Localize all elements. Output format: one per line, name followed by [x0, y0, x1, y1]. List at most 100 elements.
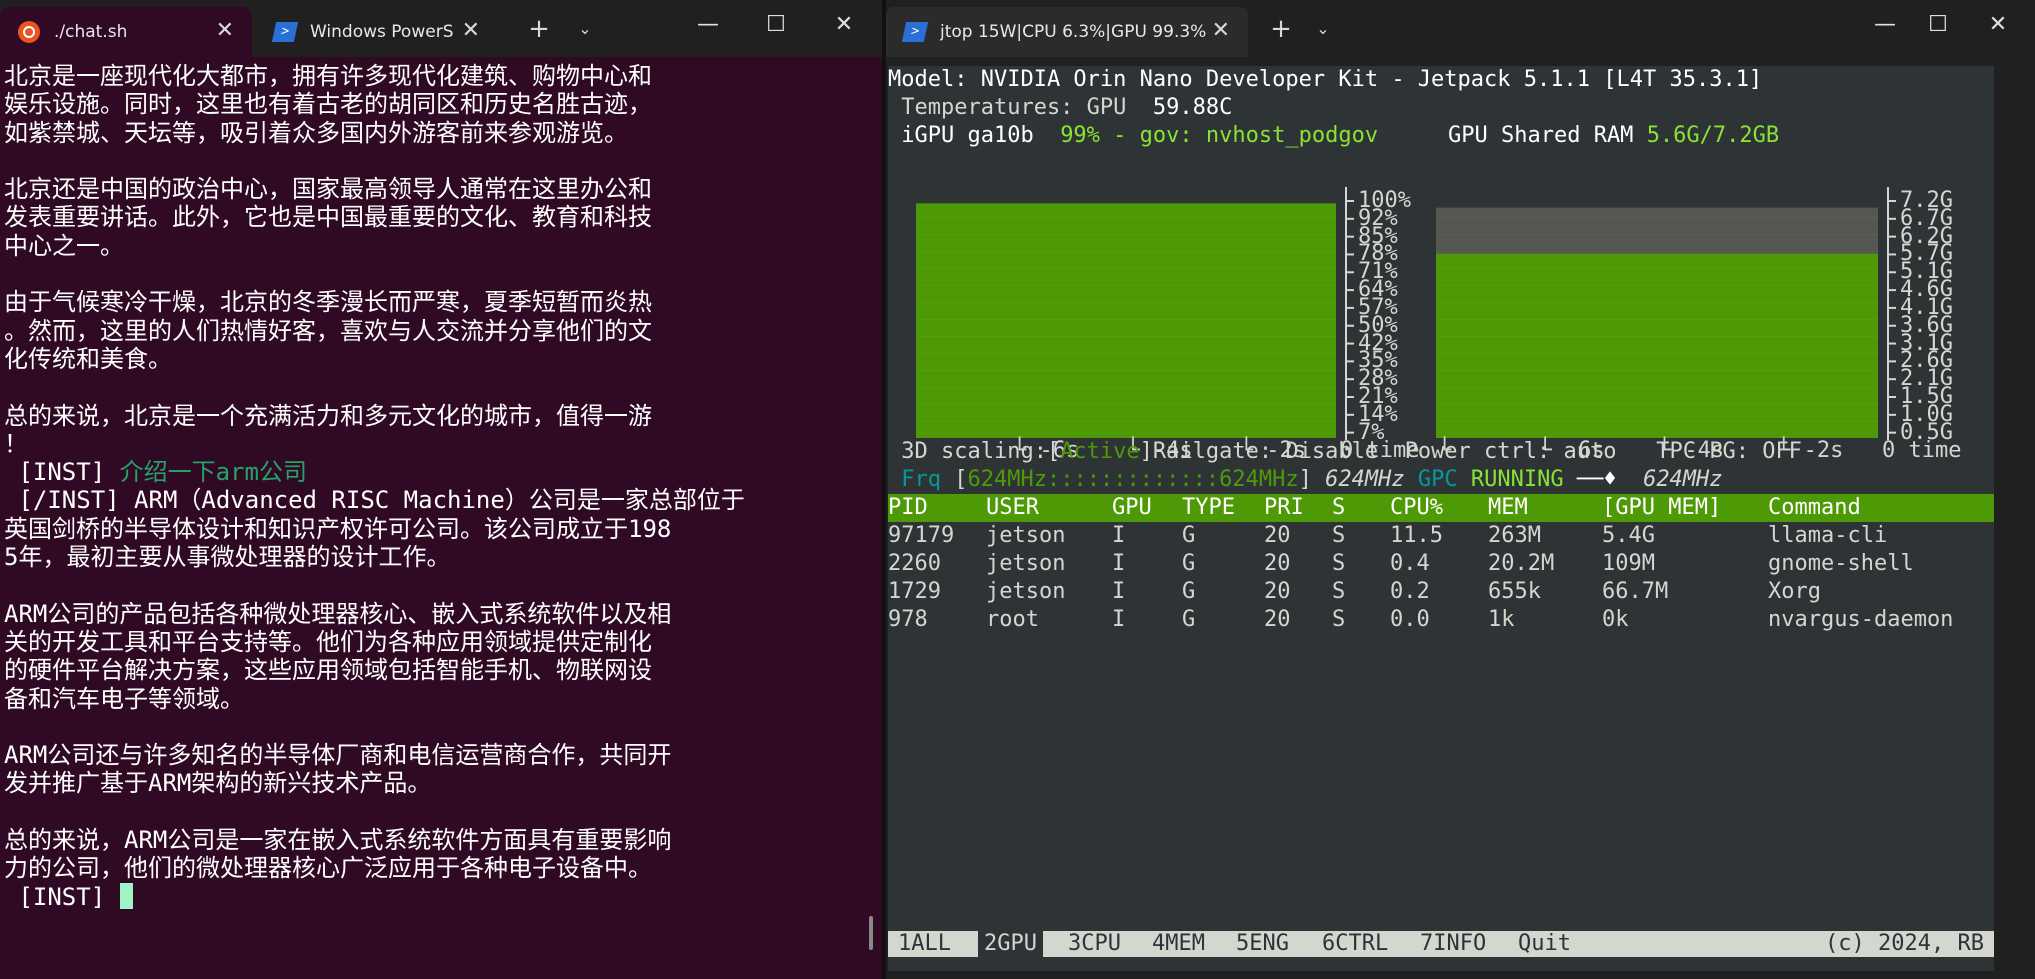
- tab-windows-powershell[interactable]: > Windows PowerS ✕: [256, 7, 498, 57]
- tab-label: jtop 15W|CPU 6.3%|GPU 99.3%: [940, 22, 1207, 42]
- terminal-line-text: 发并推广基于ARM架构的新兴技术产品。: [4, 769, 432, 798]
- table-cell: S: [1332, 607, 1346, 632]
- maximize-button[interactable]: ☐: [756, 8, 796, 42]
- close-window-button[interactable]: ✕: [1978, 8, 2018, 42]
- terminal-line: 总的来说，ARM公司是一家在嵌入式系统软件方面具有重要影响: [4, 826, 864, 854]
- terminal-line-text: 北京还是中国的政治中心，国家最高领导人通常在这里办公和: [4, 175, 652, 204]
- column-header[interactable]: CPU%: [1390, 494, 1443, 522]
- new-tab-button[interactable]: +: [1264, 12, 1298, 46]
- table-cell: jetson: [986, 579, 1066, 604]
- tab-dropdown-button[interactable]: ⌄: [568, 12, 602, 46]
- table-row[interactable]: 97179 jetson I G 20 S 11.5 263M 5.4G llama-cli: [888, 522, 1994, 550]
- terminal-line-text: ！: [4, 429, 28, 458]
- new-tab-button[interactable]: +: [522, 12, 556, 46]
- column-header[interactable]: TYPE: [1182, 494, 1235, 522]
- temperature-line: Temperatures: GPU 59.88C: [888, 94, 1994, 122]
- terminal-line: ARM公司的产品包括各种微处理器核心、嵌入式系统软件以及相: [4, 600, 864, 628]
- table-cell: gnome-shell: [1768, 551, 1914, 576]
- terminal-line-text: 力的公司，他们的微处理器核心广泛应用于各种电子设备中。: [4, 854, 652, 883]
- table-cell: G: [1182, 579, 1196, 604]
- terminal-line: 。然而，这里的人们热情好客，喜欢与人交流并分享他们的文: [4, 317, 864, 345]
- close-tab-icon[interactable]: ✕: [1212, 18, 1230, 43]
- column-header[interactable]: S: [1332, 494, 1345, 522]
- table-cell: 263M: [1488, 523, 1541, 548]
- ubuntu-icon: [18, 21, 40, 43]
- table-cell: 655k: [1488, 579, 1541, 604]
- column-header[interactable]: MEM: [1488, 494, 1528, 522]
- table-cell: 1k: [1488, 607, 1515, 632]
- footer-menu-item[interactable]: 5ENG: [1230, 931, 1295, 957]
- table-cell: 20: [1264, 607, 1291, 632]
- scaling-prefix: 3D scaling:[: [888, 439, 1061, 464]
- terminal-line: [INST]: [4, 882, 864, 911]
- column-header[interactable]: USER: [986, 494, 1039, 522]
- scaling-line: 3D scaling:[Active]Railgate: Disable Pow…: [888, 438, 1994, 466]
- table-cell: S: [1332, 523, 1346, 548]
- terminal-line: ！: [4, 430, 864, 458]
- terminal-line: [/INST] ARM（Advanced RISC Machine）公司是一家总…: [4, 486, 864, 514]
- footer-menu-item[interactable]: 7INFO: [1414, 931, 1492, 957]
- tab-jtop[interactable]: > jtop 15W|CPU 6.3%|GPU 99.3% ✕: [886, 7, 1248, 57]
- scrollbar-thumb[interactable]: [869, 916, 873, 950]
- column-header[interactable]: Command: [1768, 494, 1861, 522]
- frq-dots: :::::::::::::: [1046, 467, 1220, 492]
- table-cell: nvargus-daemon: [1768, 607, 1954, 632]
- close-tab-icon[interactable]: ✕: [462, 18, 480, 43]
- table-cell: S: [1332, 551, 1346, 576]
- column-header[interactable]: [GPU MEM]: [1602, 494, 1721, 522]
- table-cell: G: [1182, 551, 1196, 576]
- frq-current: 624MHz: [1311, 467, 1418, 492]
- tab-dropdown-button[interactable]: ⌄: [1306, 12, 1340, 46]
- tab-chat-sh[interactable]: ./chat.sh ✕: [0, 7, 252, 57]
- frq-label: Frq: [888, 467, 941, 492]
- terminal-window-right: > jtop 15W|CPU 6.3%|GPU 99.3% ✕ + ⌄ — ☐ …: [886, 0, 2035, 979]
- terminal-line-text: [/INST] ARM（Advanced RISC Machine）公司是一家总…: [4, 486, 745, 515]
- footer-menu-item[interactable]: 6CTRL: [1316, 931, 1394, 957]
- table-cell: 0.0: [1390, 607, 1430, 632]
- jtop-screen[interactable]: Model: NVIDIA Orin Nano Developer Kit - …: [888, 66, 1994, 971]
- table-cell: jetson: [986, 523, 1066, 548]
- terminal-line: ARM公司还与许多知名的半导体厂商和电信运营商合作，共同开: [4, 741, 864, 769]
- footer-menu-item[interactable]: 2GPU: [978, 931, 1043, 957]
- column-header[interactable]: GPU: [1112, 494, 1152, 522]
- igpu-value: 99% - gov: nvhost_podgov: [1060, 123, 1379, 148]
- footer-menu-item[interactable]: 4MEM: [1146, 931, 1211, 957]
- table-cell: 1729: [888, 579, 941, 604]
- terminal-line: 发并推广基于ARM架构的新兴技术产品。: [4, 769, 864, 797]
- frq-bracket-open: [: [940, 467, 968, 492]
- terminal-line: 的硬件平台解决方案，这些应用领域包括智能手机、物联网设: [4, 656, 864, 684]
- table-cell: 0.4: [1390, 551, 1430, 576]
- minimize-button[interactable]: —: [688, 8, 728, 42]
- maximize-button[interactable]: ☐: [1918, 8, 1958, 42]
- footer-menu-item[interactable]: 3CPU: [1062, 931, 1127, 957]
- frq-min: 624MHz: [967, 467, 1047, 492]
- terminal-line: 由于气候寒冷干燥，北京的冬季漫长而严寒，夏季短暂而炎热: [4, 288, 864, 316]
- table-cell: 20.2M: [1488, 551, 1555, 576]
- terminal-line-text: 关的开发工具和平台支持等。他们为各种应用领域提供定制化: [4, 627, 652, 656]
- gpc-arrow: ──♦: [1576, 467, 1617, 492]
- terminal-output[interactable]: 北京是一座现代化大都市，拥有许多现代化建筑、购物中心和 娱乐设施。同时，这里也有着…: [4, 62, 864, 911]
- terminal-line: 5年，最初主要从事微处理器的设计工作。: [4, 543, 864, 571]
- terminal-line-text: 英国剑桥的半导体设计和知识产权许可公司。该公司成立于198: [4, 514, 672, 543]
- table-cell: 2260: [888, 551, 941, 576]
- table-row[interactable]: 2260 jetson I G 20 S 0.4 20.2M 109M gnome-shell: [888, 550, 1994, 578]
- footer-menu-item[interactable]: Quit: [1512, 931, 1577, 957]
- table-cell: S: [1332, 579, 1346, 604]
- table-cell: Xorg: [1768, 579, 1821, 604]
- footer-menu-item[interactable]: 1ALL: [892, 931, 957, 957]
- powershell-icon: >: [271, 22, 299, 42]
- temperature-value: 59.88C: [1152, 95, 1233, 120]
- ram-value: 5.6G/7.2GB: [1646, 123, 1780, 148]
- table-row[interactable]: 1729 jetson I G 20 S 0.2 655k 66.7M Xorg: [888, 578, 1994, 606]
- terminal-line-text: ARM公司还与许多知名的半导体厂商和电信运营商合作，共同开: [4, 741, 672, 770]
- close-window-button[interactable]: ✕: [824, 8, 864, 42]
- terminal-window-left: ./chat.sh ✕ > Windows PowerS ✕ + ⌄ — ☐ ✕…: [0, 0, 882, 979]
- table-row[interactable]: 978 root I G 20 S 0.0 1k 0k nvargus-daemon: [888, 606, 1994, 634]
- column-header[interactable]: PRI: [1264, 494, 1304, 522]
- table-cell: 20: [1264, 551, 1291, 576]
- minimize-button[interactable]: —: [1865, 8, 1905, 42]
- terminal-line-text: 娱乐设施。同时，这里也有着古老的胡同区和历史名胜古迹，: [4, 90, 652, 119]
- close-tab-icon[interactable]: ✕: [216, 18, 234, 43]
- column-header[interactable]: PID: [888, 494, 928, 522]
